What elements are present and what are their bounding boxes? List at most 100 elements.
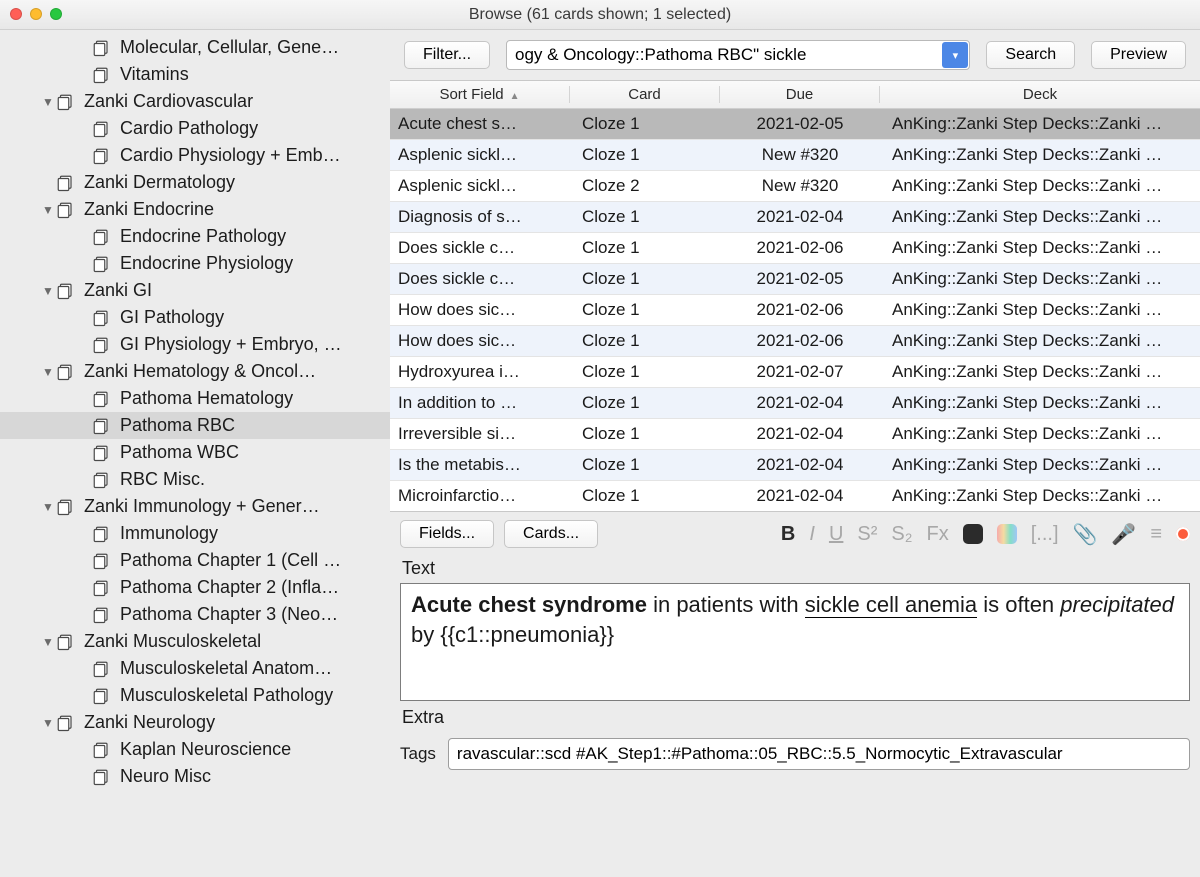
table-row[interactable]: Acute chest s…Cloze 12021-02-05AnKing::Z…: [390, 109, 1200, 140]
cell-due: 2021-02-04: [720, 207, 880, 227]
main-area: Molecular, Cellular, Gene… Vitamins▼ Zan…: [0, 30, 1200, 877]
italic-icon[interactable]: I: [809, 523, 815, 546]
sidebar-item[interactable]: Pathoma Chapter 2 (Infla…: [0, 574, 390, 601]
sidebar-item-label: Molecular, Cellular, Gene…: [120, 37, 339, 58]
cell-card: Cloze 1: [570, 207, 720, 227]
record-indicator-icon[interactable]: [1176, 527, 1190, 541]
text-field[interactable]: Acute chest syndrome in patients with si…: [400, 583, 1190, 701]
right-pane: Filter... ▾ Search Preview Sort Field▲ C…: [390, 30, 1200, 877]
close-icon[interactable]: [10, 8, 22, 20]
sidebar-item[interactable]: ▼ Zanki Immunology + Gener…: [0, 493, 390, 520]
deck-icon: [56, 714, 74, 732]
table-row[interactable]: Is the metabis…Cloze 12021-02-04AnKing::…: [390, 450, 1200, 481]
deck-tree[interactable]: Molecular, Cellular, Gene… Vitamins▼ Zan…: [0, 30, 390, 877]
sidebar-item[interactable]: Musculoskeletal Pathology: [0, 682, 390, 709]
table-row[interactable]: Asplenic sickl…Cloze 2New #320AnKing::Za…: [390, 171, 1200, 202]
cell-sort: Irreversible si…: [390, 424, 570, 444]
table-row[interactable]: In addition to …Cloze 12021-02-04AnKing:…: [390, 388, 1200, 419]
filter-button[interactable]: Filter...: [404, 41, 490, 69]
sidebar-item[interactable]: Cardio Physiology + Emb…: [0, 142, 390, 169]
col-due[interactable]: Due: [720, 86, 880, 103]
table-row[interactable]: Asplenic sickl…Cloze 1New #320AnKing::Za…: [390, 140, 1200, 171]
more-icon[interactable]: ≡: [1150, 523, 1162, 546]
cell-due: New #320: [720, 145, 880, 165]
tags-input[interactable]: [448, 738, 1190, 770]
table-row[interactable]: Diagnosis of s…Cloze 12021-02-04AnKing::…: [390, 202, 1200, 233]
sidebar-item[interactable]: ▼ Zanki Neurology: [0, 709, 390, 736]
disclosure-icon[interactable]: ▼: [42, 635, 54, 649]
search-button[interactable]: Search: [986, 41, 1075, 69]
deck-icon: [92, 228, 110, 246]
sidebar-item[interactable]: Cardio Pathology: [0, 115, 390, 142]
sidebar-item[interactable]: RBC Misc.: [0, 466, 390, 493]
col-deck[interactable]: Deck: [880, 86, 1200, 103]
sidebar-item[interactable]: Pathoma RBC: [0, 412, 390, 439]
sidebar-item[interactable]: GI Physiology + Embryo, …: [0, 331, 390, 358]
fields-button[interactable]: Fields...: [400, 520, 494, 548]
sidebar-item[interactable]: Endocrine Pathology: [0, 223, 390, 250]
disclosure-icon[interactable]: ▼: [42, 365, 54, 379]
cell-card: Cloze 1: [570, 114, 720, 134]
sidebar-item[interactable]: Vitamins: [0, 61, 390, 88]
disclosure-icon[interactable]: ▼: [42, 716, 54, 730]
table-row[interactable]: Hydroxyurea i…Cloze 12021-02-07AnKing::Z…: [390, 357, 1200, 388]
disclosure-icon[interactable]: ▼: [42, 500, 54, 514]
sidebar-item[interactable]: Pathoma WBC: [0, 439, 390, 466]
sidebar-item[interactable]: ▼ Zanki Musculoskeletal: [0, 628, 390, 655]
bold-icon[interactable]: B: [781, 523, 795, 546]
minimize-icon[interactable]: [30, 8, 42, 20]
col-card[interactable]: Card: [570, 86, 720, 103]
underline-icon[interactable]: U: [829, 523, 843, 546]
sidebar-item[interactable]: ▼ Zanki GI: [0, 277, 390, 304]
record-icon[interactable]: 🎤: [1111, 522, 1136, 547]
titlebar: Browse (61 cards shown; 1 selected): [0, 0, 1200, 30]
cards-button[interactable]: Cards...: [504, 520, 598, 548]
disclosure-icon[interactable]: ▼: [42, 95, 54, 109]
cell-card: Cloze 1: [570, 486, 720, 506]
sidebar-item[interactable]: Immunology: [0, 520, 390, 547]
table-row[interactable]: Does sickle c…Cloze 12021-02-05AnKing::Z…: [390, 264, 1200, 295]
sidebar-item[interactable]: Pathoma Chapter 1 (Cell …: [0, 547, 390, 574]
table-row[interactable]: How does sic…Cloze 12021-02-06AnKing::Za…: [390, 326, 1200, 357]
disclosure-icon[interactable]: ▼: [42, 284, 54, 298]
search-dropdown-icon[interactable]: ▾: [942, 42, 968, 68]
format-icons: B I U S² S₂ Fx [...] 📎 🎤 ≡: [781, 522, 1190, 547]
sidebar-item[interactable]: Endocrine Physiology: [0, 250, 390, 277]
zoom-icon[interactable]: [50, 8, 62, 20]
subscript-icon[interactable]: S₂: [891, 523, 912, 546]
cloze-icon[interactable]: [...]: [1031, 523, 1059, 546]
clear-format-icon[interactable]: Fx: [927, 523, 949, 546]
preview-button[interactable]: Preview: [1091, 41, 1186, 69]
highlight-color-icon[interactable]: [997, 524, 1017, 544]
sidebar-item-label: Zanki Endocrine: [84, 199, 214, 220]
sidebar-item[interactable]: GI Pathology: [0, 304, 390, 331]
cell-due: 2021-02-04: [720, 455, 880, 475]
sidebar-item[interactable]: Pathoma Hematology: [0, 385, 390, 412]
sidebar-item[interactable]: Zanki Dermatology: [0, 169, 390, 196]
sidebar-item-label: Kaplan Neuroscience: [120, 739, 291, 760]
table-row[interactable]: Microinfarctio…Cloze 12021-02-04AnKing::…: [390, 481, 1200, 512]
sidebar-item[interactable]: Molecular, Cellular, Gene…: [0, 34, 390, 61]
sidebar-item[interactable]: ▼ Zanki Hematology & Oncol…: [0, 358, 390, 385]
table-row[interactable]: How does sic…Cloze 12021-02-06AnKing::Za…: [390, 295, 1200, 326]
cell-sort: Does sickle c…: [390, 269, 570, 289]
table-header[interactable]: Sort Field▲ Card Due Deck: [390, 81, 1200, 109]
window-controls: [10, 8, 62, 20]
sidebar-item[interactable]: ▼ Zanki Cardiovascular: [0, 88, 390, 115]
sidebar-item[interactable]: ▼ Zanki Endocrine: [0, 196, 390, 223]
search-input[interactable]: [506, 40, 970, 70]
superscript-icon[interactable]: S²: [857, 523, 877, 546]
sidebar-item[interactable]: Kaplan Neuroscience: [0, 736, 390, 763]
table-row[interactable]: Does sickle c…Cloze 12021-02-06AnKing::Z…: [390, 233, 1200, 264]
attach-icon[interactable]: 📎: [1073, 522, 1098, 547]
sidebar-item[interactable]: Neuro Misc: [0, 763, 390, 790]
table-row[interactable]: Irreversible si…Cloze 12021-02-04AnKing:…: [390, 419, 1200, 450]
sidebar-item[interactable]: Pathoma Chapter 3 (Neo…: [0, 601, 390, 628]
card-table[interactable]: Sort Field▲ Card Due Deck Acute chest s……: [390, 80, 1200, 512]
col-sortfield[interactable]: Sort Field▲: [390, 86, 570, 103]
text-color-icon[interactable]: [963, 524, 983, 544]
editor-toolbar: Fields... Cards... B I U S² S₂ Fx [...] …: [390, 512, 1200, 552]
disclosure-icon[interactable]: ▼: [42, 203, 54, 217]
cell-sort: In addition to …: [390, 393, 570, 413]
sidebar-item[interactable]: Musculoskeletal Anatom…: [0, 655, 390, 682]
